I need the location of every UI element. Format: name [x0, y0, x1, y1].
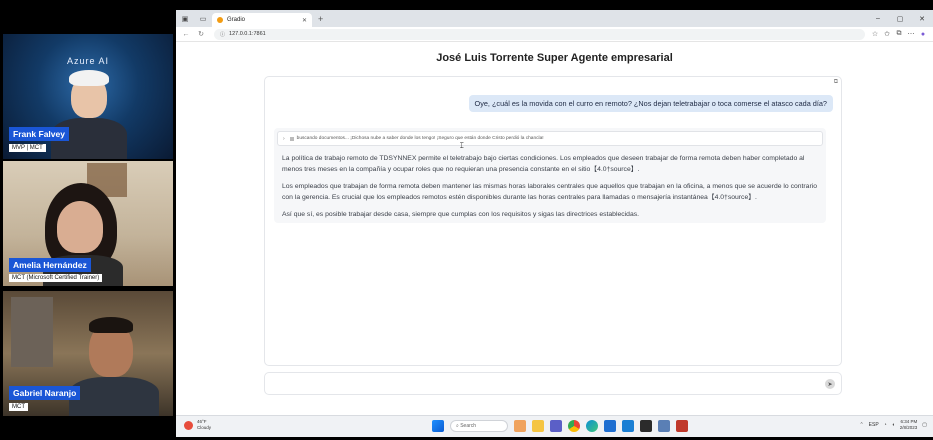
- user-message: Oye, ¿cuál es la movida con el curro en …: [468, 95, 833, 112]
- send-icon: ➤: [827, 381, 833, 388]
- info-icon[interactable]: ⓘ: [220, 31, 225, 38]
- mouse-cursor-icon: 𝙸: [459, 141, 465, 150]
- teams-icon[interactable]: [550, 420, 562, 432]
- weather-desc: Cloudy: [197, 425, 212, 430]
- minimize-button[interactable]: –: [867, 10, 889, 27]
- participant-name: Amelia Hernández: [9, 258, 91, 272]
- close-window-button[interactable]: ✕: [911, 10, 933, 27]
- refresh-icon[interactable]: ↻: [195, 28, 207, 40]
- search-label: Search: [460, 423, 477, 429]
- chatbot-panel: ⧉ Oye, ¿cuál es la movida con el curro e…: [264, 76, 842, 366]
- fireplace: [11, 297, 53, 367]
- terminal-icon[interactable]: [640, 420, 652, 432]
- wifi-icon[interactable]: ◔: [884, 422, 887, 428]
- photos-icon[interactable]: [658, 420, 670, 432]
- gradio-page: José Luis Torrente Super Agente empresar…: [176, 42, 933, 415]
- tool-status-line[interactable]: › buscando documentos... ¡Dichosa nube a…: [277, 131, 823, 146]
- collections-icon[interactable]: ⧉: [893, 30, 905, 38]
- tool-icon: [289, 136, 294, 141]
- weather-icon: [184, 420, 193, 430]
- notifications-icon[interactable]: ▢: [922, 422, 927, 428]
- url-field[interactable]: ⓘ 127.0.0.1:7861: [214, 28, 865, 40]
- favorite-star-icon[interactable]: ☆: [869, 30, 881, 38]
- tab-title: Gradio: [227, 17, 246, 23]
- chrome-icon[interactable]: [568, 420, 580, 432]
- tool-status-text: buscando documentos... ¡Dichosa nube a s…: [296, 136, 544, 141]
- send-button[interactable]: ➤: [825, 379, 835, 389]
- windows-start-icon[interactable]: [432, 420, 444, 432]
- bot-paragraph: Los empleados que trabajan de forma remo…: [282, 183, 818, 201]
- clock[interactable]: 6:34 PM 2/8/2023: [900, 419, 918, 431]
- volume-icon[interactable]: ◖: [892, 422, 895, 428]
- taskbar: 46°F Cloudy ⌕ Search ⌃ ESP ◔ ◖ 6:34 PM 2…: [176, 415, 933, 437]
- participant-tile-amelia: Amelia Hernández MCT (Microsoft Certifie…: [3, 161, 173, 286]
- participant-name: Gabriel Naranjo: [9, 386, 81, 400]
- workspaces-icon[interactable]: ▣: [176, 10, 194, 27]
- app-icon[interactable]: [676, 420, 688, 432]
- copilot-icon[interactable]: ●: [917, 31, 929, 38]
- bot-message: › buscando documentos... ¡Dichosa nube a…: [274, 128, 826, 223]
- favorites-icon[interactable]: ✩: [881, 30, 893, 38]
- menu-icon[interactable]: ⋯: [905, 30, 917, 38]
- expand-chevron-icon[interactable]: ›: [283, 136, 285, 142]
- page-title: José Luis Torrente Super Agente empresar…: [436, 52, 673, 64]
- participant-name: Frank Falvey: [9, 127, 69, 141]
- tab-gradio[interactable]: Gradio ✕: [212, 13, 312, 27]
- chat-copy-icon[interactable]: ⧉: [834, 79, 838, 86]
- new-tab-icon[interactable]: +: [318, 14, 323, 24]
- bot-paragraph: La política de trabajo remoto de TDSYNNE…: [282, 155, 805, 173]
- tab-actions-icon[interactable]: ▭: [194, 10, 212, 27]
- gradio-favicon-icon: [217, 17, 223, 23]
- vscode-icon[interactable]: [622, 420, 634, 432]
- browser-window: ▣ ▭ Gradio ✕ + – ▢ ✕ ← ↻ ⓘ 127.0.0.1:786…: [176, 10, 933, 415]
- widgets-icon[interactable]: [514, 420, 526, 432]
- participant-hair: [69, 70, 109, 86]
- bot-paragraph: Así que sí, es posible trabajar desde ca…: [282, 211, 640, 218]
- participant-role: MCT (Microsoft Certified Trainer): [9, 274, 103, 282]
- stage-text: Azure AI: [66, 56, 110, 66]
- participant-tile-gabriel: Gabriel Naranjo MCT: [3, 291, 173, 416]
- participant-role: MVP | MCT: [9, 144, 46, 152]
- url-text: 127.0.0.1:7861: [229, 31, 266, 37]
- language-indicator[interactable]: ESP: [869, 422, 879, 428]
- address-bar: ← ↻ ⓘ 127.0.0.1:7861 ☆ ✩ ⧉ ⋯ ●: [176, 27, 933, 42]
- edge-icon[interactable]: [586, 420, 598, 432]
- participant-hair: [89, 317, 133, 333]
- participant-role: MCT: [9, 403, 28, 411]
- store-icon[interactable]: [604, 420, 616, 432]
- taskbar-apps: ⌕ Search: [432, 420, 688, 432]
- tray-chevron-icon[interactable]: ⌃: [859, 422, 863, 428]
- participant-body: [69, 377, 159, 416]
- taskbar-search[interactable]: ⌕ Search: [450, 420, 508, 432]
- back-icon[interactable]: ←: [180, 28, 192, 40]
- maximize-button[interactable]: ▢: [889, 10, 911, 27]
- tab-close-icon[interactable]: ✕: [302, 17, 307, 24]
- message-input[interactable]: ➤: [264, 372, 842, 395]
- participant-face: [57, 201, 103, 253]
- participant-tile-frank: Azure AI Frank Falvey MVP | MCT: [3, 34, 173, 159]
- clock-date: 2/8/2023: [899, 425, 918, 430]
- tab-bar: ▣ ▭ Gradio ✕ + – ▢ ✕: [176, 10, 933, 27]
- file-explorer-icon[interactable]: [532, 420, 544, 432]
- weather-widget[interactable]: 46°F Cloudy: [184, 419, 211, 431]
- system-tray: ⌃ ESP ◔ ◖ 6:34 PM 2/8/2023 ▢: [859, 419, 927, 431]
- screen: Azure AI Frank Falvey MVP | MCT Amelia H…: [0, 0, 933, 440]
